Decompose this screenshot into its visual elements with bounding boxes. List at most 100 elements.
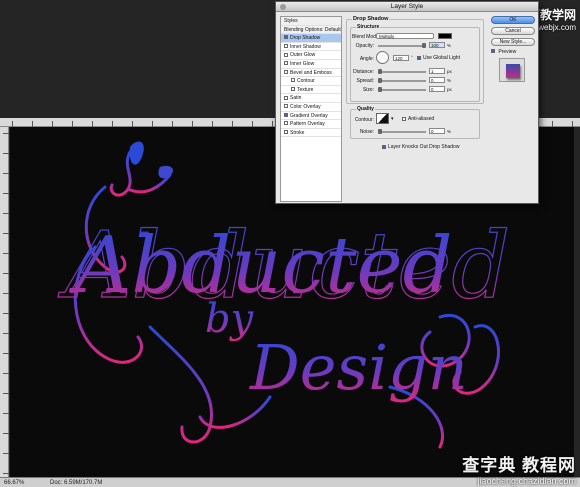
ruler-tick [3, 173, 9, 174]
styles-list-item-label: Inner Glow [290, 60, 315, 67]
drop-shadow-section-title: Drop Shadow [352, 16, 390, 22]
new-style-button[interactable]: New Style... [491, 38, 535, 46]
styles-list-item[interactable]: Outer Glow [281, 51, 341, 60]
style-checkbox[interactable] [284, 69, 288, 74]
style-checkbox[interactable] [284, 95, 288, 100]
preview-checkbox[interactable] [491, 49, 495, 54]
ruler-tick [3, 373, 9, 374]
styles-list-item[interactable]: Texture [281, 86, 341, 95]
ruler-tick [3, 213, 9, 214]
styles-list-item[interactable]: Bevel and Emboss [281, 69, 341, 78]
spread-field[interactable]: 0 [429, 77, 445, 83]
leaf-ornament [158, 165, 174, 179]
angle-field[interactable]: 120 [393, 55, 409, 61]
style-checkbox[interactable] [284, 52, 288, 57]
preview-swatch [506, 64, 520, 78]
ruler-tick [3, 293, 9, 294]
style-checkbox[interactable] [284, 129, 288, 134]
style-checkbox[interactable] [284, 112, 288, 117]
blend-mode-label: Blend Mode: [352, 34, 381, 40]
size-slider-handle[interactable] [378, 87, 382, 92]
document-size-info[interactable]: Doc: 6.59M/170.7M [50, 478, 102, 487]
zoom-level[interactable]: 66.67% [4, 478, 24, 487]
dialog-titlebar[interactable]: Layer Style [276, 2, 538, 12]
blend-mode-select[interactable]: Multiply [376, 33, 434, 39]
styles-list-item[interactable]: Inner Shadow [281, 43, 341, 52]
styles-list-item[interactable]: Blending Options: Default [281, 25, 341, 35]
ruler-tick [3, 253, 9, 254]
watermark-bottom-url: jiaocheng.chazidian.com [477, 476, 576, 486]
styles-list-item[interactable]: Contour [281, 77, 341, 86]
spread-label: Spread: [356, 78, 374, 84]
size-field[interactable]: 0 [429, 86, 445, 92]
distance-field[interactable]: 1 [429, 68, 445, 74]
watermark-bottom: 查字典 教程网 jiaocheng.chazidian.com [462, 451, 576, 486]
style-checkbox[interactable] [291, 86, 295, 91]
style-checkbox[interactable] [284, 35, 288, 40]
spread-slider[interactable] [378, 78, 426, 83]
knockout-label: Layer Knocks Out Drop Shadow [388, 144, 460, 150]
opacity-unit: % [447, 43, 452, 48]
cancel-button[interactable]: Cancel [491, 27, 535, 35]
use-global-light-checkbox[interactable] [417, 56, 421, 60]
use-global-light-label: Use Global Light [423, 55, 460, 61]
shadow-color-swatch[interactable] [438, 33, 452, 39]
preview-option[interactable]: Preview [491, 49, 537, 55]
noise-field[interactable]: 0 [429, 128, 445, 134]
styles-list-item-label: Outer Glow [290, 52, 316, 59]
anti-aliased-checkbox[interactable] [402, 117, 406, 121]
styles-list-item[interactable]: Styles [281, 17, 341, 26]
opacity-field[interactable]: 100 [429, 42, 445, 48]
styles-list-item-label: Contour [297, 78, 315, 85]
knockout-checkbox[interactable] [382, 145, 386, 149]
styles-list-item-label: Color Overlay [290, 103, 321, 110]
styles-list-item-label: Drop Shadow [290, 35, 321, 42]
distance-slider-handle[interactable] [378, 69, 383, 74]
opacity-slider[interactable] [378, 43, 426, 48]
styles-list-item-label: Blending Options: Default [284, 26, 341, 33]
artwork-word-by: by [205, 296, 255, 342]
ruler-tick [3, 273, 9, 274]
distance-slider[interactable] [378, 69, 426, 74]
angle-unit: ° [411, 55, 413, 60]
styles-list-item-label: Styles [284, 18, 298, 24]
styles-list-item-label: Gradient Overlay [290, 112, 328, 119]
style-checkbox[interactable] [284, 104, 288, 109]
styles-list-item-label: Pattern Overlay [290, 121, 325, 128]
ruler-tick [3, 453, 9, 454]
spread-slider-handle[interactable] [378, 78, 382, 83]
opacity-slider-handle[interactable] [422, 43, 426, 48]
styles-list-item[interactable]: Stroke [281, 129, 341, 138]
noise-slider[interactable] [378, 129, 426, 134]
styles-list-item[interactable]: Color Overlay [281, 103, 341, 112]
ruler-tick [3, 153, 9, 154]
styles-list-item[interactable]: Satin [281, 94, 341, 103]
ruler-tick [3, 133, 9, 134]
ruler-tick [3, 393, 9, 394]
artwork-word-abducted: Abducted [69, 221, 453, 311]
chevron-down-icon[interactable]: ▾ [391, 116, 394, 122]
styles-list-item[interactable]: Drop Shadow [281, 34, 341, 43]
ok-button[interactable]: OK [491, 16, 535, 24]
ruler-tick [3, 193, 9, 194]
close-window-icon[interactable] [280, 4, 286, 10]
contour-picker[interactable] [376, 113, 389, 124]
styles-list-item[interactable]: Inner Glow [281, 60, 341, 69]
style-checkbox[interactable] [284, 121, 288, 126]
style-preview-thumbnail [499, 58, 525, 82]
styles-list-item[interactable]: Pattern Overlay [281, 120, 341, 129]
angle-dial[interactable] [376, 51, 389, 64]
watermark-bottom-title: 查字典 教程网 [462, 456, 576, 475]
ruler-tick [3, 473, 9, 474]
distance-label: Distance: [353, 69, 374, 75]
style-checkbox[interactable] [284, 43, 288, 48]
size-slider[interactable] [378, 87, 426, 92]
style-checkbox[interactable] [284, 61, 288, 66]
styles-list-item[interactable]: Gradient Overlay [281, 112, 341, 121]
styles-list-item-label: Bevel and Emboss [290, 69, 332, 76]
vertical-ruler[interactable] [0, 127, 9, 477]
style-checkbox[interactable] [291, 78, 295, 83]
styles-list-item-label: Inner Shadow [290, 43, 321, 50]
noise-slider-handle[interactable] [378, 129, 382, 134]
ruler-tick [3, 353, 9, 354]
